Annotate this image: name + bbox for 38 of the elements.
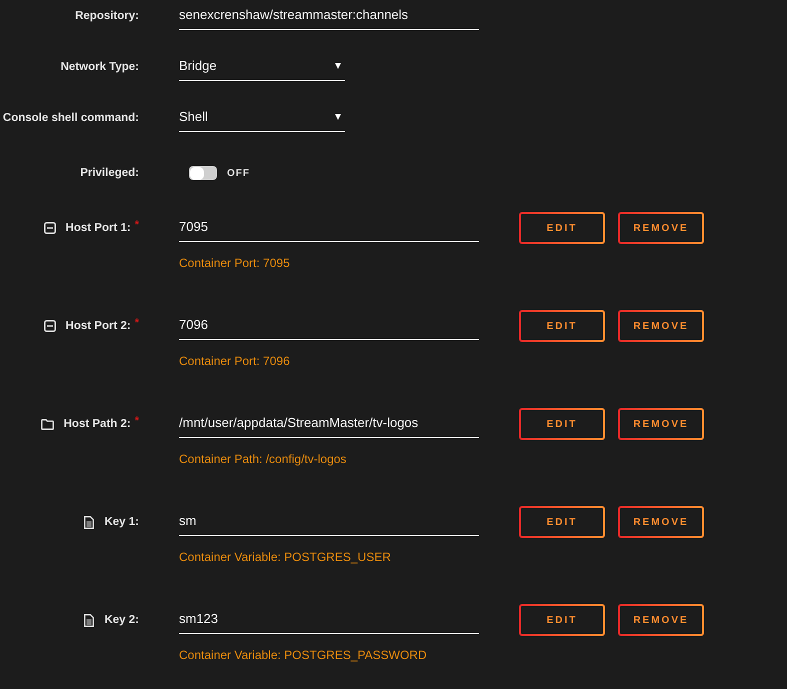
- dropdown[interactable]: Bridge: [179, 53, 345, 81]
- edit-button[interactable]: EDIT: [519, 212, 605, 244]
- field-description: Container Variable: POSTGRES_USER: [179, 550, 391, 564]
- toggle-state-label: OFF: [227, 168, 250, 178]
- field-label: Key 1:: [104, 516, 139, 528]
- remove-button[interactable]: REMOVE: [618, 212, 704, 244]
- text-field[interactable]: senexcrenshaw/streammaster:channels: [179, 2, 479, 30]
- field-description: Container Path: /config/tv-logos: [179, 452, 346, 466]
- text-field[interactable]: sm123: [179, 606, 479, 634]
- dropdown[interactable]: Shell: [179, 104, 345, 132]
- field-label: Privileged:: [80, 167, 139, 179]
- document-icon: [84, 516, 94, 528]
- text-field[interactable]: sm: [179, 508, 479, 536]
- edit-button[interactable]: EDIT: [519, 408, 605, 440]
- text-field[interactable]: /mnt/user/appdata/StreamMaster/tv-logos: [179, 410, 479, 438]
- text-field[interactable]: 7096: [179, 312, 479, 340]
- remove-button[interactable]: REMOVE: [618, 604, 704, 636]
- field-label: Console shell command:: [2, 112, 139, 124]
- field-description: Container Port: 7096: [179, 354, 290, 368]
- caret-icon: [335, 62, 341, 68]
- remove-button[interactable]: REMOVE: [618, 310, 704, 342]
- folder-icon: [40, 418, 54, 430]
- remove-button[interactable]: REMOVE: [618, 408, 704, 440]
- minus-square-icon: [44, 320, 56, 332]
- edit-button[interactable]: EDIT: [519, 604, 605, 636]
- text-field[interactable]: 7095: [179, 214, 479, 242]
- edit-button[interactable]: EDIT: [519, 310, 605, 342]
- field-label: Network Type:: [60, 61, 139, 73]
- field-description: Container Variable: POSTGRES_PASSWORD: [179, 648, 427, 662]
- remove-button[interactable]: REMOVE: [618, 506, 704, 538]
- field-label: Repository:: [75, 10, 139, 22]
- edit-button[interactable]: EDIT: [519, 506, 605, 538]
- minus-square-icon: [44, 222, 56, 234]
- field-label: Key 2:: [104, 614, 139, 626]
- field-description: Container Port: 7095: [179, 256, 290, 270]
- caret-icon: [335, 114, 341, 120]
- toggle-switch[interactable]: [189, 166, 217, 180]
- document-icon: [84, 614, 94, 626]
